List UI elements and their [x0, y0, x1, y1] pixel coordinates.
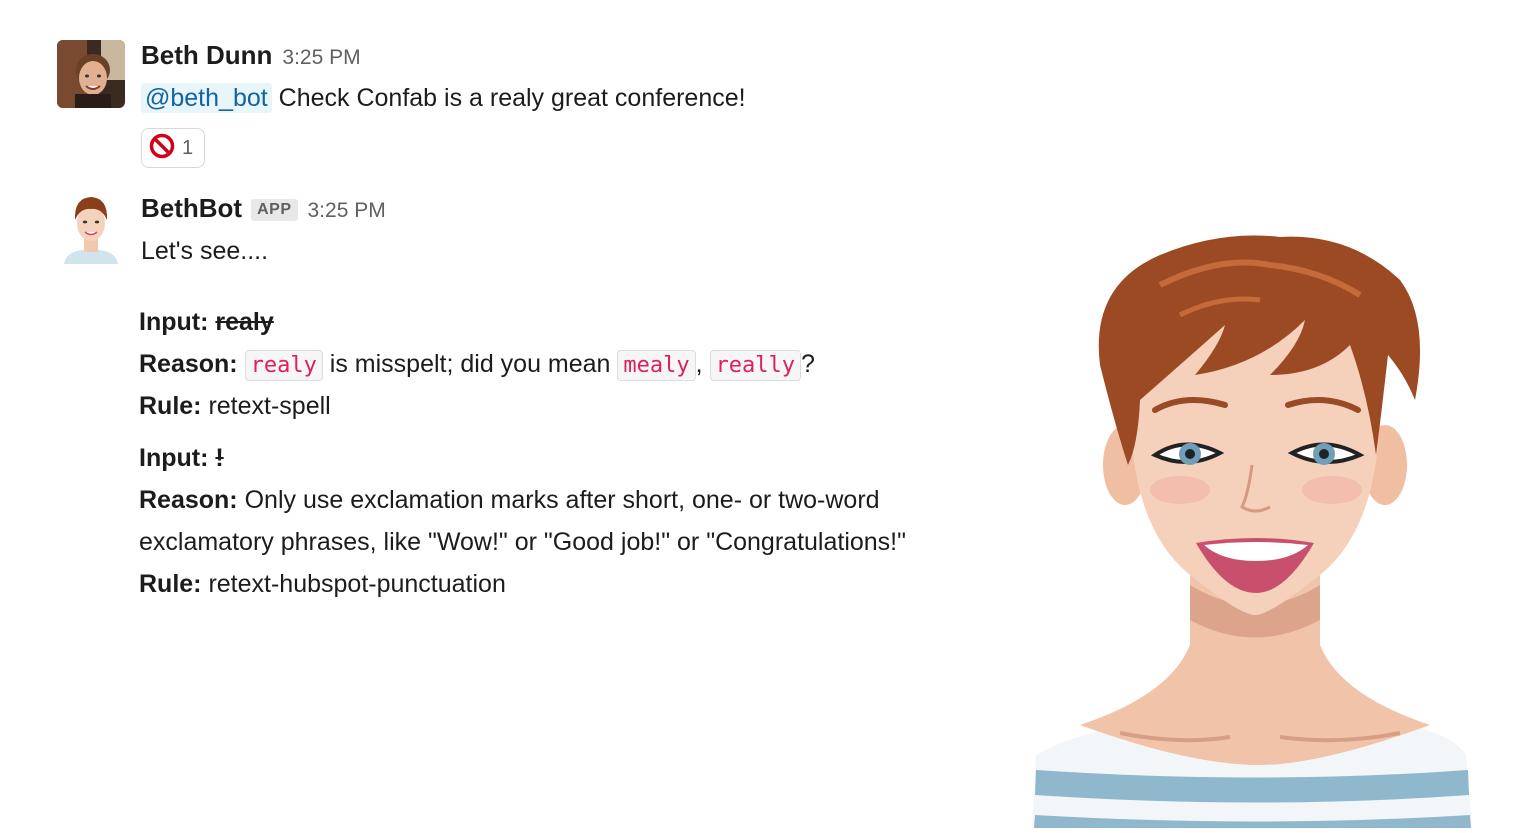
result-input-line: Input: realy [139, 308, 274, 337]
sender-name[interactable]: Beth Dunn [141, 40, 272, 71]
reason-text: is misspelt; did you mean [329, 350, 611, 378]
avatar-bethbot[interactable] [62, 192, 120, 264]
reason-label: Reason: [139, 350, 238, 378]
result-reason-line: Reason: realy is misspelt; did you mean … [139, 350, 815, 381]
message-text: Check Confab is a realy great conference… [278, 84, 746, 112]
message-header: Beth Dunn 3:25 PM [141, 40, 361, 71]
question-mark: ? [801, 350, 815, 378]
input-label: Input: [139, 444, 209, 472]
reason-text: Only use exclamation marks after short, … [244, 486, 880, 514]
input-label: Input: [139, 308, 209, 336]
message-header: BethBot APP 3:25 PM [141, 193, 386, 224]
avatar-beth-dunn[interactable] [57, 40, 125, 108]
timestamp[interactable]: 3:25 PM [308, 199, 386, 223]
sender-name[interactable]: BethBot [141, 193, 242, 224]
timestamp[interactable]: 3:25 PM [282, 46, 360, 70]
reaction-button[interactable]: 1 [141, 128, 205, 168]
reason-label: Reason: [139, 486, 238, 514]
rule-value: retext-spell [208, 392, 331, 420]
no-entry-icon [149, 133, 175, 164]
result-rule-line: Rule: retext-spell [139, 392, 331, 421]
bethbot-illustration [1020, 225, 1514, 828]
input-value: realy [215, 308, 274, 336]
input-value: ! [215, 444, 224, 472]
rule-label: Rule: [139, 392, 202, 420]
message-body: @beth_bot Check Confab is a realy great … [141, 83, 746, 113]
separator: , [695, 350, 703, 378]
result-input-line: Input: ! [139, 444, 224, 473]
suggestion-code: mealy [617, 350, 696, 381]
reason-text-continued: exclamatory phrases, like "Wow!" or "Goo… [139, 528, 907, 556]
suggestion-code: really [709, 350, 802, 381]
reaction-count: 1 [182, 136, 194, 159]
user-mention[interactable]: @beth_bot [141, 83, 272, 113]
result-reason-line: Reason: Only use exclamation marks after… [139, 486, 880, 515]
rule-label: Rule: [139, 570, 202, 598]
result-rule-line: Rule: retext-hubspot-punctuation [139, 570, 506, 599]
app-badge: APP [251, 199, 298, 221]
message-text: Let's see.... [141, 237, 269, 265]
inline-code: realy [244, 350, 323, 381]
rule-value: retext-hubspot-punctuation [208, 570, 506, 598]
